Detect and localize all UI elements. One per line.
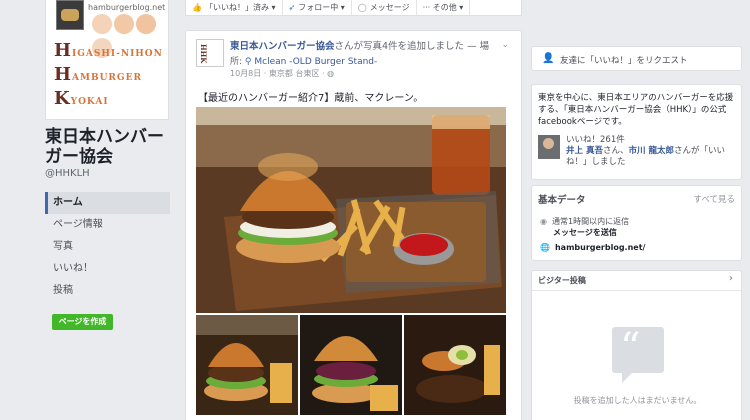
post-thumbnail[interactable] bbox=[300, 315, 402, 415]
about-text: 東京を中心に、東日本エリアのハンバーガーを応援する、「東日本ハンバーガー協会（H… bbox=[538, 93, 734, 127]
post-author-link[interactable]: 東日本ハンバーガー協会 bbox=[230, 41, 335, 52]
cover-line-1: HIGASHI-NIHON bbox=[54, 40, 163, 61]
feed-post: 東日本ハンバーガー協会さんが写真4件を追加しました — 場 所: ⚲ Mclea… bbox=[185, 30, 522, 420]
post-location: 所: ⚲ Mclean -OLD Burger Stand- bbox=[230, 57, 378, 67]
post-thumbnail[interactable] bbox=[404, 315, 506, 415]
cover-line-3: KYOKAI bbox=[54, 88, 109, 109]
visitor-posts-header[interactable]: ビジター投稿 › bbox=[532, 271, 741, 291]
post-text: 【最近のハンバーガー紹介7】蔵前、マクレーン。 bbox=[198, 93, 424, 104]
reply-note-row: ◉ 通常1時間以内に返信 bbox=[540, 217, 630, 226]
post-header: 東日本ハンバーガー協会さんが写真4件を追加しました — 場 bbox=[230, 41, 490, 52]
globe-icon: 🌐 bbox=[540, 243, 550, 252]
burger-logo-icon bbox=[56, 0, 84, 30]
liked-button[interactable]: 👍 「いいね！」済み ▾ bbox=[186, 0, 283, 15]
cover-site-text: hamburgerblog.net bbox=[88, 3, 166, 12]
cover-dot bbox=[136, 14, 156, 34]
nav-item-home[interactable]: ホーム bbox=[45, 192, 170, 214]
see-all-link[interactable]: すべて見る bbox=[693, 193, 735, 205]
quote-icon: “ bbox=[612, 325, 664, 383]
chat-bubble-icon: ◯ bbox=[357, 3, 367, 12]
page-handle: @HHKLH bbox=[45, 168, 90, 179]
page-action-bar: 👍 「いいね！」済み ▾ ➶ フォロー中 ▾ ◯ メッセージ ··· その他 ▾ bbox=[185, 0, 522, 16]
thumbs-up-icon: 👍 bbox=[192, 3, 202, 12]
nav-item-likes[interactable]: いいね！ bbox=[45, 258, 170, 280]
add-person-icon: 👤 bbox=[542, 53, 555, 64]
cover-dot bbox=[114, 14, 134, 34]
visitor-empty-text: 投稿を追加した人はまだいません。 bbox=[573, 396, 702, 405]
basic-info-card: 基本データ すべて見る ◉ 通常1時間以内に返信 メッセージを送信 🌐 hambur… bbox=[531, 185, 742, 261]
friend-link[interactable]: 市川 龍太郎 bbox=[628, 146, 673, 156]
burger-photo-thumb bbox=[404, 315, 506, 415]
invite-text: 友達に「いいね！」をリクエスト bbox=[560, 56, 688, 66]
likes-people: 井上 真吾さん、市川 龍太郎さんが「いいね！」しました bbox=[566, 146, 725, 167]
left-column: hamburgerblog.net HIGASHI-NIHON HAMBURGE… bbox=[0, 0, 178, 420]
post-thumbnail[interactable] bbox=[196, 315, 298, 415]
message-button[interactable]: ◯ メッセージ bbox=[352, 0, 417, 15]
burger-photo-thumb bbox=[300, 315, 402, 415]
cover-line-2: HAMBURGER bbox=[54, 64, 142, 85]
profile-cover-image[interactable]: hamburgerblog.net HIGASHI-NIHON HAMBURGE… bbox=[45, 0, 169, 120]
burger-photo-thumb bbox=[196, 315, 298, 415]
create-page-button[interactable]: ページを作成 bbox=[52, 314, 113, 330]
visitor-posts-card: ビジター投稿 › “ 投稿を追加した人はまだいません。 bbox=[531, 270, 742, 420]
invite-friends-card[interactable]: 👤 友達に「いいね！」をリクエスト bbox=[531, 46, 742, 71]
post-thumbnails bbox=[196, 315, 506, 415]
location-pin-icon: ⚲ bbox=[244, 57, 252, 67]
nav-item-posts[interactable]: 投稿 bbox=[45, 280, 170, 302]
about-card: 東京を中心に、東日本エリアのハンバーガーを応援する、「東日本ハンバーガー協会（H… bbox=[531, 84, 742, 180]
location-link[interactable]: Mclean -OLD Burger Stand- bbox=[254, 57, 377, 67]
cover-dot bbox=[92, 14, 112, 34]
more-button[interactable]: ··· その他 ▾ bbox=[417, 0, 471, 15]
burger-photo-main bbox=[196, 107, 506, 313]
page-avatar[interactable] bbox=[196, 39, 224, 67]
friend-avatar[interactable] bbox=[538, 135, 560, 159]
page-title[interactable]: 東日本ハンバーガー協会 bbox=[45, 127, 170, 167]
following-button[interactable]: ➶ フォロー中 ▾ bbox=[283, 0, 352, 15]
friend-link[interactable]: 井上 真吾 bbox=[566, 146, 603, 156]
nav-item-photos[interactable]: 写真 bbox=[45, 236, 170, 258]
nav-item-about[interactable]: ページ情報 bbox=[45, 214, 170, 236]
chevron-down-icon[interactable]: ⌄ bbox=[501, 40, 509, 50]
rss-icon: ➶ bbox=[288, 3, 296, 12]
website-row[interactable]: 🌐 hamburgerblog.net/ bbox=[540, 243, 645, 252]
post-timestamp[interactable]: 10月8日 · 東京都 台東区 · ◍ bbox=[230, 68, 334, 79]
send-message-link[interactable]: メッセージを送信 bbox=[553, 227, 617, 238]
page-nav: ホーム ページ情報 写真 いいね！ 投稿 bbox=[45, 192, 170, 302]
message-icon: ◉ bbox=[540, 217, 547, 226]
likes-text: いいね！261件 井上 真吾さん、市川 龍太郎さんが「いいね！」しました bbox=[566, 135, 738, 168]
likes-count[interactable]: いいね！261件 bbox=[566, 135, 738, 146]
post-main-photo[interactable] bbox=[196, 107, 506, 313]
chevron-right-icon[interactable]: › bbox=[729, 273, 733, 284]
